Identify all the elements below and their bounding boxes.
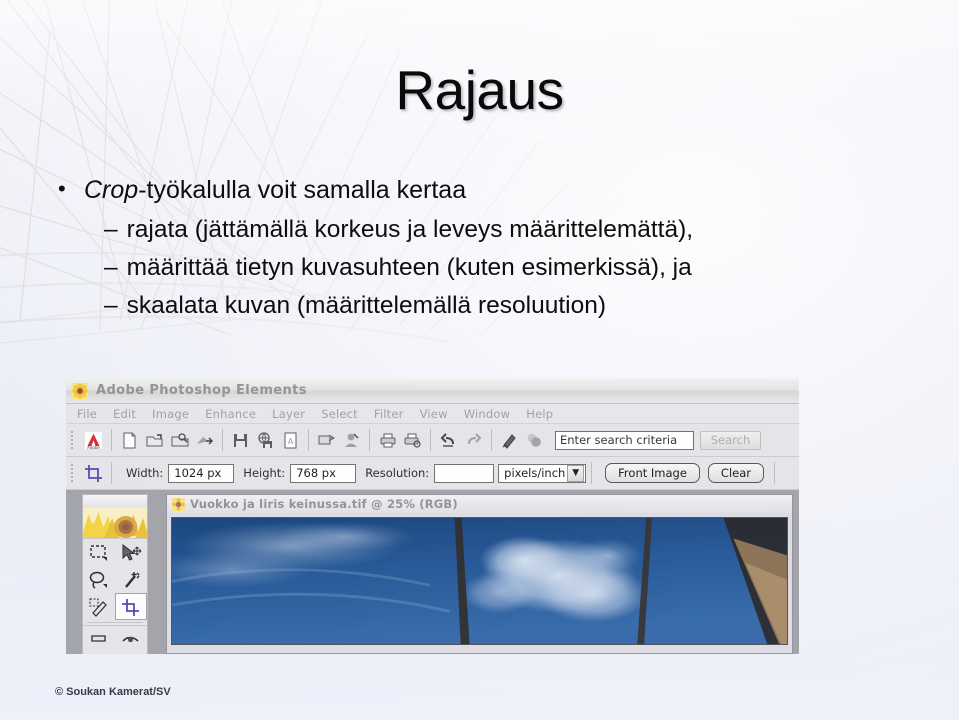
bullet-marker-icon: •: [58, 176, 66, 201]
bullet-text-emphasis: Crop: [84, 176, 139, 204]
front-image-button[interactable]: Front Image: [605, 463, 700, 483]
toolbar-separator: [111, 429, 112, 451]
adobe-logo-icon[interactable]: Adobe: [81, 428, 106, 453]
toolbar-drag-handle[interactable]: [70, 429, 77, 451]
selection-brush-tool[interactable]: [83, 593, 115, 620]
menu-item-view[interactable]: View: [413, 407, 455, 421]
crop-tool[interactable]: [115, 593, 147, 620]
step-backward-icon[interactable]: [497, 428, 522, 453]
document-title-label: Vuokko ja liris keinussa.tif @ 25% (RGB): [190, 497, 458, 511]
crop-tool-icon: [81, 461, 106, 486]
menu-item-edit[interactable]: Edit: [106, 407, 143, 421]
sub-bullet-item-2: – määrittää tietyn kuvasuhteen (kuten es…: [104, 253, 929, 282]
undo-icon[interactable]: [436, 428, 461, 453]
slide-footer-copyright: © Soukan Kamerat/SV: [55, 686, 171, 698]
toolbar-separator: [308, 429, 309, 451]
resolution-unit-value: pixels/inch: [504, 466, 566, 480]
app-title-bar: Adobe Photoshop Elements: [66, 378, 799, 404]
rectangular-marquee-tool[interactable]: [83, 539, 115, 566]
sunflower-banner-image: [83, 508, 147, 538]
clear-button[interactable]: Clear: [707, 463, 764, 483]
new-file-icon[interactable]: [117, 428, 142, 453]
resolution-label: Resolution:: [365, 466, 430, 480]
sub-bullet-text-2: määrittää tietyn kuvasuhteen (kuten esim…: [126, 253, 692, 281]
tool-grid: [83, 538, 147, 620]
document-window: Vuokko ja liris keinussa.tif @ 25% (RGB): [166, 494, 793, 654]
options-separator: [591, 462, 593, 484]
image-canvas[interactable]: [171, 517, 788, 645]
sub-bullet-text-1: rajata (jättämällä korkeus ja leveys mää…: [126, 215, 694, 243]
tool-group-divider: [87, 622, 143, 623]
options-separator: [111, 462, 112, 484]
dash-marker-icon: –: [104, 215, 118, 243]
resolution-input[interactable]: [434, 463, 495, 483]
svg-text:A: A: [288, 437, 294, 446]
photo-blue-sky-with-swing-frame: [172, 518, 787, 644]
svg-text:Adobe: Adobe: [87, 445, 100, 450]
straighten-tool[interactable]: [83, 626, 115, 653]
move-tool[interactable]: [115, 539, 147, 566]
sub-bullet-text-3: skaalata kuvan (määrittelemällä resoluut…: [126, 292, 606, 320]
document-title-bar: Vuokko ja liris keinussa.tif @ 25% (RGB): [167, 495, 792, 513]
search-input[interactable]: Enter search criteria: [555, 430, 694, 450]
width-label: Width:: [126, 466, 164, 480]
bullet-item-primary: • Crop-työkalulla voit samalla kertaa: [58, 176, 929, 206]
menu-bar: File Edit Image Enhance Layer Select Fil…: [66, 404, 799, 424]
document-thumb-icon: [172, 497, 185, 511]
save-icon[interactable]: [228, 428, 253, 453]
search-button[interactable]: Search: [700, 430, 761, 450]
dash-marker-icon: –: [104, 292, 118, 320]
menu-item-enhance[interactable]: Enhance: [198, 407, 263, 421]
page-title: Rajaus: [395, 59, 564, 121]
tools-palette: [82, 494, 148, 654]
tool-options-bar: Width: 1024 px Height: 768 px Resolution…: [66, 457, 799, 490]
menu-item-file[interactable]: File: [70, 407, 104, 421]
print-preview-icon[interactable]: [400, 428, 425, 453]
menu-item-select[interactable]: Select: [314, 407, 365, 421]
app-title-label: Adobe Photoshop Elements: [96, 383, 307, 398]
tools-palette-drag-handle[interactable]: [83, 495, 147, 508]
height-input[interactable]: 768 px: [290, 463, 357, 483]
menu-item-image[interactable]: Image: [145, 407, 196, 421]
options-separator: [774, 462, 775, 484]
sunflower-icon: [72, 382, 88, 399]
width-input[interactable]: 1024 px: [168, 463, 235, 483]
open-file-icon[interactable]: [142, 428, 167, 453]
bullet-text-primary: Crop-työkalulla voit samalla kertaa: [84, 176, 466, 206]
dash-marker-icon: –: [104, 253, 118, 281]
shortcuts-toolbar: Adobe A Enter search criteria Search: [66, 424, 799, 457]
resolution-unit-select[interactable]: pixels/inch ▼: [498, 463, 587, 483]
height-label: Height:: [243, 466, 286, 480]
toolbar-separator: [369, 429, 370, 451]
menu-item-filter[interactable]: Filter: [367, 407, 411, 421]
tool-grid-second: [83, 625, 147, 653]
photoshop-elements-screenshot: Adobe Photoshop Elements File Edit Image…: [66, 378, 799, 654]
slide-body-text: • Crop-työkalulla voit samalla kertaa – …: [52, 176, 929, 321]
bullet-text-rest: -työkalulla voit samalla kertaa: [138, 176, 467, 204]
magic-wand-tool[interactable]: [115, 566, 147, 593]
red-eye-tool[interactable]: [115, 626, 147, 653]
import-icon[interactable]: [192, 428, 217, 453]
browse-folder-icon[interactable]: [167, 428, 192, 453]
redo-icon[interactable]: [461, 428, 486, 453]
sub-bullet-item-1: – rajata (jättämällä korkeus ja leveys m…: [104, 215, 929, 244]
print-icon[interactable]: [375, 428, 400, 453]
sub-bullet-item-3: – skaalata kuvan (määrittelemällä resolu…: [104, 291, 929, 320]
options-bar-drag-handle[interactable]: [70, 462, 77, 484]
attach-email-icon[interactable]: [339, 428, 364, 453]
menu-item-help[interactable]: Help: [519, 407, 560, 421]
save-for-web-icon[interactable]: [253, 428, 278, 453]
workspace-area: Vuokko ja liris keinussa.tif @ 25% (RGB): [66, 490, 799, 654]
lasso-tool[interactable]: [83, 566, 115, 593]
toolbar-separator: [430, 429, 431, 451]
chevron-down-icon[interactable]: ▼: [567, 464, 585, 482]
toolbar-separator: [222, 429, 223, 451]
toolbar-separator: [491, 429, 492, 451]
menu-item-layer[interactable]: Layer: [265, 407, 312, 421]
save-as-pdf-icon[interactable]: A: [278, 428, 303, 453]
quick-fix-icon[interactable]: [522, 428, 547, 453]
online-services-icon[interactable]: [314, 428, 339, 453]
menu-item-window[interactable]: Window: [457, 407, 518, 421]
